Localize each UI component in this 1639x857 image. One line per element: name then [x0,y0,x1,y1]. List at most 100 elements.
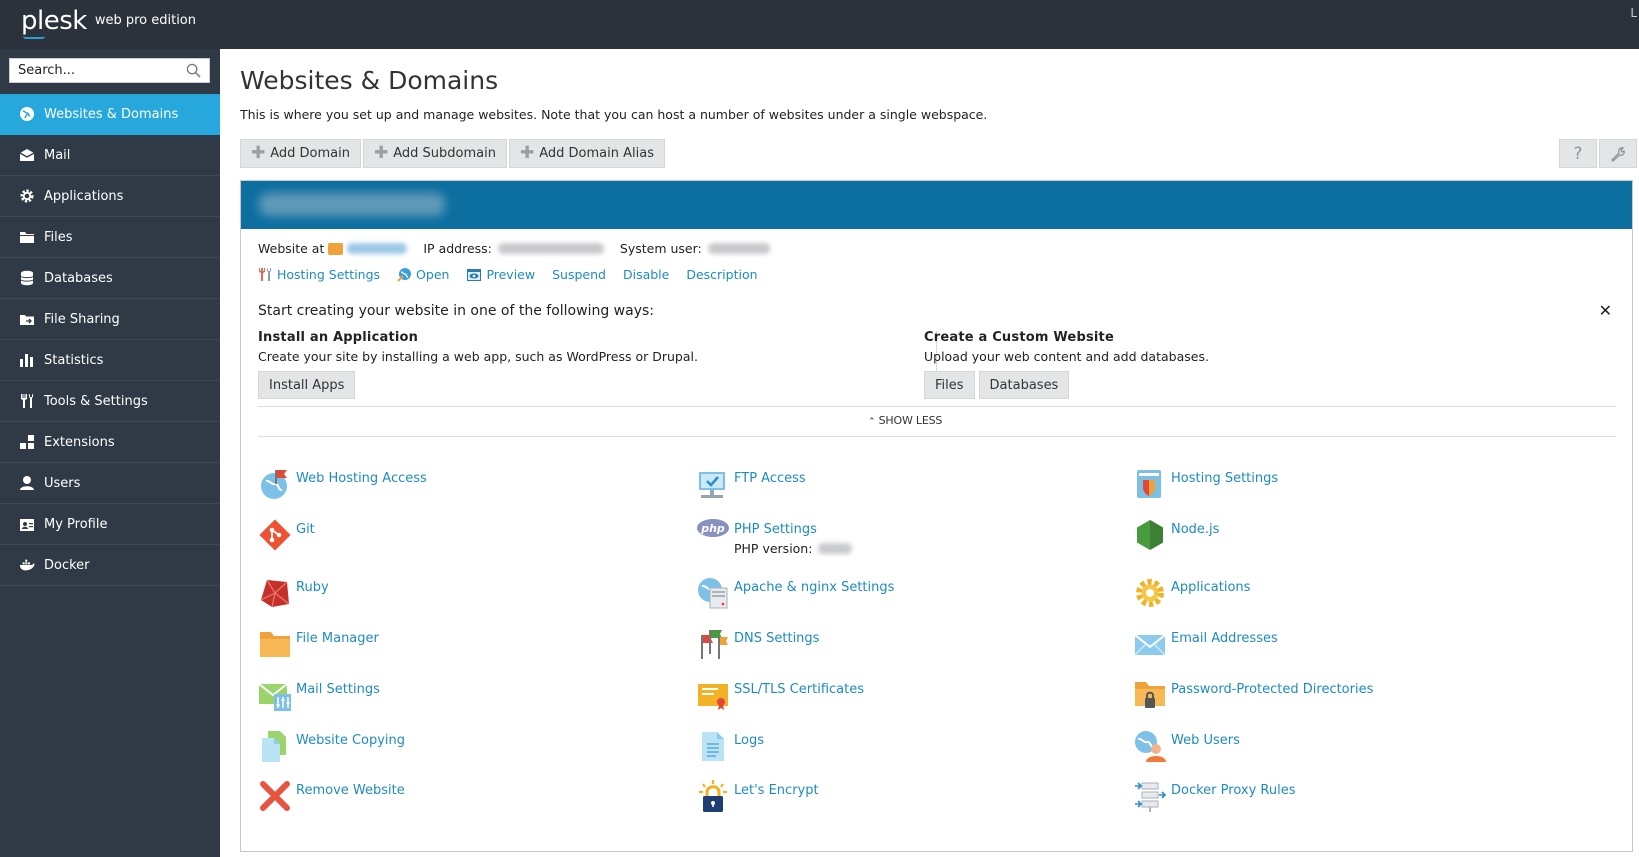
php-version-row: PHP version: [734,541,853,556]
database-icon [19,270,35,286]
tool-label: Node.js [1171,522,1220,537]
tool-web-hosting-access[interactable]: Web Hosting Access [257,466,427,502]
mail-settings-icon [257,677,293,713]
sidebar-item-label: Docker [44,557,90,573]
custom-website-column: Create a Custom Website Upload your web … [924,330,1209,399]
hosting-settings-link[interactable]: Hosting Settings [258,267,380,282]
sidebar-item-databases[interactable]: Databases [0,258,220,299]
files-button[interactable]: Files [924,371,975,399]
plesk-logo[interactable]: plesk web pro edition [21,6,196,39]
user-icon [19,475,35,491]
domain-actions: Hosting Settings Open Preview Suspend Di… [258,267,775,282]
sidebar-item-tools-settings[interactable]: Tools & Settings [0,381,220,422]
php-text-group: PHP Settings PHP version: [734,517,853,556]
website-path-redacted[interactable] [347,243,408,254]
install-app-column: Install an Application Create your site … [258,330,698,399]
sidebar-item-file-sharing[interactable]: File Sharing [0,299,220,340]
description-link[interactable]: Description [686,267,757,282]
tool-ruby[interactable]: Ruby [257,575,329,611]
web-users-icon [1132,728,1168,764]
sidebar-item-extensions[interactable]: Extensions [0,422,220,463]
sidebar-item-mail[interactable]: Mail [0,135,220,176]
tool-dns-settings[interactable]: DNS Settings [695,626,819,662]
tool-docker-proxy-rules[interactable]: Docker Proxy Rules [1132,778,1295,814]
tool-php-settings[interactable]: php PHP Settings PHP version: [695,517,853,556]
top-header: plesk web pro edition L [0,0,1639,49]
add-domain-alias-button[interactable]: ✚ Add Domain Alias [508,139,665,168]
file-sharing-icon [19,311,35,327]
search-icon[interactable] [186,63,201,78]
email-addresses-icon [1132,626,1168,662]
tool-file-manager[interactable]: File Manager [257,626,379,662]
sidebar-item-label: Statistics [44,352,104,368]
link-label: Preview [486,267,536,282]
add-domain-button[interactable]: ✚ Add Domain [240,139,361,168]
databases-button[interactable]: Databases [978,371,1070,399]
sidebar-item-users[interactable]: Users [0,463,220,504]
link-label: Open [416,267,450,282]
sidebar-item-docker[interactable]: Docker [0,545,220,586]
profile-icon [19,516,35,532]
ftp-access-icon [695,466,731,502]
tool-label: Web Hosting Access [296,471,427,486]
tool-remove-website[interactable]: Remove Website [257,778,405,814]
domain-name-redacted[interactable] [259,193,445,216]
plus-icon: ✚ [519,143,535,163]
suspend-link[interactable]: Suspend [552,267,606,282]
hosting-settings-icon [258,267,273,282]
install-apps-button[interactable]: Install Apps [258,371,356,399]
tool-hosting-settings[interactable]: Hosting Settings [1132,466,1278,502]
start-title: Start creating your website in one of th… [258,303,654,319]
tool-apache-nginx[interactable]: Apache & nginx Settings [695,575,894,611]
sidebar-item-label: Users [44,475,81,491]
help-button[interactable]: ? [1559,139,1597,168]
tool-password-protected-directories[interactable]: Password-Protected Directories [1132,677,1373,713]
git-icon [257,517,293,553]
tool-label: Ruby [296,580,329,595]
hosting-settings-icon [1132,466,1168,502]
tool-lets-encrypt[interactable]: Let's Encrypt [695,778,819,814]
preview-link[interactable]: Preview [466,267,535,282]
tool-label: PHP Settings [734,522,817,537]
sidebar-item-websites-domains[interactable]: Websites & Domains [0,94,220,135]
question-icon: ? [1573,143,1583,164]
open-link[interactable]: Open [397,267,449,282]
sidebar-item-applications[interactable]: Applications [0,176,220,217]
tool-applications[interactable]: Applications [1132,575,1250,611]
tool-label: Remove Website [296,783,405,798]
apache-nginx-icon [695,575,731,611]
divider [258,406,1616,407]
show-less-toggle[interactable]: ⌃ SHOW LESS [868,414,942,427]
website-at-label: Website at [258,241,325,256]
tool-label: Logs [734,733,764,748]
domain-header [241,181,1632,229]
sidebar-item-label: File Sharing [44,311,120,327]
search-input[interactable] [10,59,180,82]
tool-ftp-access[interactable]: FTP Access [695,466,806,502]
ruby-icon [257,575,293,611]
sidebar-item-label: Applications [44,188,124,204]
sidebar-item-files[interactable]: Files [0,217,220,258]
tool-website-copying[interactable]: Website Copying [257,728,405,764]
tool-nodejs[interactable]: Node.js [1132,517,1219,553]
preview-eye-icon [466,268,482,282]
tool-web-users[interactable]: Web Users [1132,728,1240,764]
sidebar-item-statistics[interactable]: Statistics [0,340,220,381]
sidebar-item-label: Tools & Settings [44,393,148,409]
remove-website-icon [257,778,293,814]
php-version-label: PHP version: [734,541,813,556]
tool-logs[interactable]: Logs [695,728,764,764]
tool-git[interactable]: Git [257,517,315,553]
close-icon[interactable]: ✕ [1599,301,1612,320]
tool-mail-settings[interactable]: Mail Settings [257,677,380,713]
tool-label: Email Addresses [1171,631,1278,646]
tool-ssl-tls[interactable]: SSL/TLS Certificates [695,677,864,713]
disable-link[interactable]: Disable [623,267,669,282]
add-subdomain-button[interactable]: ✚ Add Subdomain [363,139,507,168]
settings-button[interactable] [1599,139,1637,168]
search-box [9,58,210,83]
user-menu-truncated[interactable]: L [1630,6,1637,20]
sidebar-item-my-profile[interactable]: My Profile [0,504,220,545]
sidebar-item-label: Extensions [44,434,115,450]
tool-email-addresses[interactable]: Email Addresses [1132,626,1278,662]
